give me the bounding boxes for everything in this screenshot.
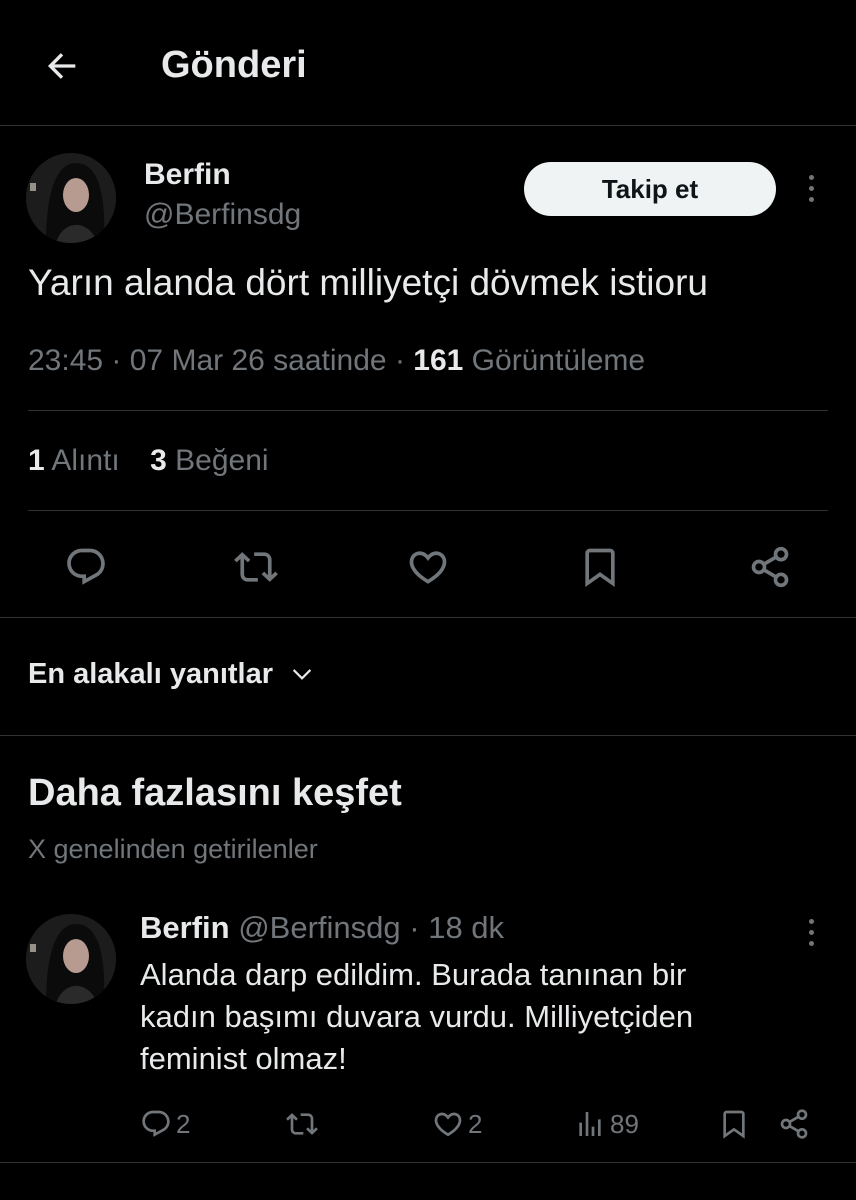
avatar[interactable] xyxy=(26,153,116,243)
quotes-count: 1 xyxy=(28,444,45,477)
post-author-name[interactable]: Berfin xyxy=(140,910,230,945)
post-header: Berfin @Berfinsdg · 18 dk xyxy=(140,910,504,946)
likes-label: Beğeni xyxy=(175,444,269,477)
reply-icon xyxy=(67,548,105,585)
post-like-button[interactable]: 2 xyxy=(432,1104,482,1144)
divider xyxy=(0,735,856,736)
author-handle[interactable]: @Berfinsdg xyxy=(144,198,301,232)
discover-subtitle: X genelinden getirilenler xyxy=(28,834,318,864)
divider xyxy=(0,617,856,618)
retweet-button[interactable] xyxy=(232,543,280,591)
post-author-handle[interactable]: @Berfinsdg xyxy=(238,910,400,945)
more-dots-icon xyxy=(808,174,814,180)
quotes-stat[interactable]: 1 Alıntı xyxy=(28,444,120,478)
page-title: Gönderi xyxy=(161,44,307,86)
share-button[interactable] xyxy=(746,543,794,591)
back-button[interactable] xyxy=(40,44,84,88)
avatar[interactable] xyxy=(26,914,116,1004)
bookmark-icon xyxy=(585,548,615,588)
share-icon xyxy=(751,546,789,588)
divider xyxy=(28,410,828,411)
tweet-time[interactable]: 23:45 xyxy=(28,344,103,377)
like-button[interactable] xyxy=(404,543,452,591)
post-text-line: feminist olmaz! xyxy=(140,1041,347,1076)
like-icon xyxy=(434,1112,462,1137)
views-icon xyxy=(579,1112,601,1136)
quotes-label: Alıntı xyxy=(51,444,120,477)
bookmark-button[interactable] xyxy=(576,543,624,591)
likes-count: 3 xyxy=(150,444,167,477)
tweet-text: Yarın alanda dört milliyetçi dövmek isti… xyxy=(28,262,708,303)
post-bookmark-button[interactable] xyxy=(718,1104,750,1144)
share-icon xyxy=(780,1109,808,1139)
more-dots-icon xyxy=(808,918,814,924)
reply-button[interactable] xyxy=(62,543,110,591)
reply-icon xyxy=(142,1110,170,1137)
tweet-meta: 23:45 · 07 Mar 26 saatinde · 161 Görüntü… xyxy=(28,344,645,378)
replies-sort-label: En alakalı yanıtlar xyxy=(28,657,274,690)
tweet-date[interactable]: 07 Mar 26 saatinde xyxy=(130,344,387,377)
bookmark-icon xyxy=(723,1110,745,1139)
post-separator: · xyxy=(409,910,429,945)
post-like-count: 2 xyxy=(468,1108,483,1139)
arrow-left-icon xyxy=(47,53,76,79)
post-view-count: 89 xyxy=(610,1108,639,1139)
post-text: Alanda darp edildim. Burada tanınan bir … xyxy=(140,954,800,1080)
top-bar: Gönderi xyxy=(0,0,856,126)
discover-title: Daha fazlasını keşfet xyxy=(28,772,402,814)
retweet-icon xyxy=(286,1113,318,1135)
views-label: Görüntüleme xyxy=(471,344,646,377)
like-icon xyxy=(409,551,447,584)
post-text-line: kadın başımı duvara vurdu. Milliyetçiden xyxy=(140,999,694,1034)
meta-separator: · xyxy=(111,344,130,377)
chevron-down-icon xyxy=(292,669,312,680)
more-options-button[interactable] xyxy=(796,168,826,208)
post-views-button[interactable]: 89 xyxy=(574,1104,639,1144)
post-text-line: Alanda darp edildim. Burada tanınan bir xyxy=(140,957,687,992)
replies-sort-dropdown[interactable]: En alakalı yanıtlar xyxy=(28,652,315,696)
retweet-icon xyxy=(234,552,278,582)
meta-separator: · xyxy=(394,344,414,377)
divider xyxy=(28,510,828,511)
post-share-button[interactable] xyxy=(778,1104,810,1144)
follow-button[interactable]: Takip et xyxy=(524,162,776,216)
post-reply-button[interactable]: 2 xyxy=(140,1104,190,1144)
post-time[interactable]: 18 dk xyxy=(428,910,504,945)
post-reply-count: 2 xyxy=(176,1108,191,1139)
likes-stat[interactable]: 3 Beğeni xyxy=(150,444,268,478)
views-count: 161 xyxy=(413,344,464,377)
author-name[interactable]: Berfin xyxy=(144,158,231,192)
tweet-stats: 1 Alıntı 3 Beğeni xyxy=(28,444,269,478)
divider xyxy=(0,1162,856,1163)
post-retweet-button[interactable] xyxy=(286,1104,318,1144)
post-more-options-button[interactable] xyxy=(796,912,826,952)
